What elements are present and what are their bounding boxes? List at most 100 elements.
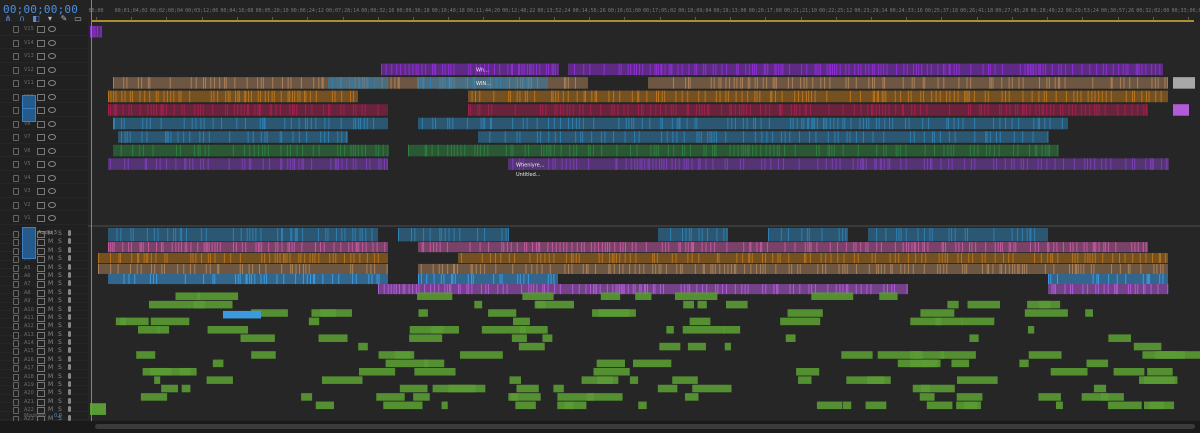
clip-edge[interactable] (536, 63, 538, 76)
clip-edge[interactable] (665, 104, 667, 116)
clip-edge[interactable] (465, 77, 467, 89)
clip-edge[interactable] (773, 284, 775, 295)
clip-edge[interactable] (1129, 77, 1131, 89)
clip-edge[interactable] (926, 104, 928, 116)
clip-edge[interactable] (466, 284, 468, 295)
clip-edge[interactable] (1124, 104, 1126, 116)
clip-edge[interactable] (837, 253, 839, 264)
clip-edge[interactable] (764, 158, 766, 170)
clip-edge[interactable] (636, 158, 638, 170)
audio-clip[interactable] (638, 401, 647, 410)
clip-edge[interactable] (578, 284, 580, 295)
clip-edge[interactable] (1151, 77, 1153, 89)
clip-edge[interactable] (684, 144, 686, 157)
clip-edge[interactable] (1005, 104, 1007, 116)
clip-edge[interactable] (784, 131, 786, 143)
clip-edge[interactable] (741, 90, 743, 103)
clip-edge[interactable] (594, 284, 596, 295)
clip-edge[interactable] (453, 263, 455, 274)
clip-edge[interactable] (719, 90, 721, 103)
clip-edge[interactable] (560, 104, 562, 116)
clip-edge[interactable] (1159, 253, 1161, 264)
clip-edge[interactable] (245, 273, 247, 285)
clip-edge[interactable] (805, 104, 807, 116)
clip-edge[interactable] (687, 104, 689, 116)
clip-edge[interactable] (244, 90, 246, 103)
audio-clip[interactable] (120, 317, 149, 326)
clip-edge[interactable] (545, 104, 547, 116)
clip-edge[interactable] (590, 104, 592, 116)
clip-edge[interactable] (500, 77, 502, 89)
clip-edge[interactable] (860, 63, 862, 76)
clip-edge[interactable] (529, 63, 531, 76)
clip-edge[interactable] (456, 144, 458, 157)
clip-edge[interactable] (441, 77, 443, 89)
clip-edge[interactable] (814, 90, 816, 103)
clip-edge[interactable] (146, 228, 148, 242)
video-track-header[interactable]: V8 (0, 117, 88, 131)
clip-edge[interactable] (707, 228, 709, 242)
clip-edge[interactable] (842, 117, 844, 130)
clip-edge[interactable] (1005, 117, 1007, 130)
clip-edge[interactable] (439, 242, 441, 253)
audio-clip[interactable] (687, 342, 706, 351)
clip-edge[interactable] (157, 228, 159, 242)
clip-edge[interactable] (661, 242, 663, 253)
clip-edge[interactable] (705, 242, 707, 253)
clip-edge[interactable] (352, 273, 354, 285)
clip-edge[interactable] (712, 158, 714, 170)
clip-edge[interactable] (264, 144, 266, 157)
clip-edge[interactable] (619, 253, 621, 264)
audio-clip[interactable] (154, 376, 161, 384)
clip-edge[interactable] (560, 117, 562, 130)
clip-edge[interactable] (664, 90, 666, 103)
clip-edge[interactable] (1142, 273, 1144, 285)
clip-edge[interactable] (1025, 104, 1027, 116)
clip-edge[interactable] (735, 90, 737, 103)
clip-edge[interactable] (774, 63, 776, 76)
clip-edge[interactable] (885, 228, 887, 242)
clip-edge[interactable] (149, 117, 151, 130)
clip-edge[interactable] (789, 63, 791, 76)
clip-edge[interactable] (432, 117, 434, 130)
video-track-header[interactable]: V14 (0, 36, 88, 50)
clip-edge[interactable] (643, 263, 645, 274)
clip-edge[interactable] (917, 228, 919, 242)
clip-edge[interactable] (157, 90, 159, 103)
clip-edge[interactable] (625, 242, 627, 253)
clip-edge[interactable] (1160, 158, 1162, 170)
lock-icon[interactable] (13, 134, 19, 142)
clip-edge[interactable] (1024, 63, 1026, 76)
clip-edge[interactable] (1146, 273, 1148, 285)
clip-edge[interactable] (209, 263, 211, 274)
clip-edge[interactable] (408, 144, 409, 157)
audio-clip[interactable] (956, 393, 983, 401)
clip-edge[interactable] (96, 26, 98, 38)
clip-edge[interactable] (537, 242, 539, 253)
clip-edge[interactable] (247, 131, 249, 143)
clip-edge[interactable] (879, 158, 881, 170)
clip-edge[interactable] (292, 104, 294, 116)
clip-edge[interactable] (360, 77, 362, 89)
clip-edge[interactable] (122, 104, 124, 116)
clip-edge[interactable] (1026, 158, 1028, 170)
audio-clip[interactable] (358, 367, 396, 376)
clip-edge[interactable] (845, 77, 847, 89)
clip-edge[interactable] (383, 284, 385, 295)
clip-edge[interactable] (929, 228, 931, 242)
clip-edge[interactable] (717, 284, 719, 295)
clip-edge[interactable] (1072, 263, 1074, 274)
clip-edge[interactable] (184, 273, 186, 285)
clip-edge[interactable] (865, 242, 867, 253)
audio-clip[interactable] (137, 326, 160, 334)
clip-edge[interactable] (1080, 90, 1082, 103)
clip-edge[interactable] (576, 242, 578, 253)
clip-edge[interactable] (726, 284, 728, 295)
clip-edge[interactable] (1164, 77, 1166, 89)
audio-clip[interactable] (553, 384, 564, 393)
clip-edge[interactable] (1021, 228, 1023, 242)
clip-edge[interactable] (1046, 90, 1048, 103)
audio-clip[interactable] (657, 384, 678, 393)
audio-clip[interactable] (1019, 359, 1029, 368)
clip-edge[interactable] (890, 263, 892, 274)
